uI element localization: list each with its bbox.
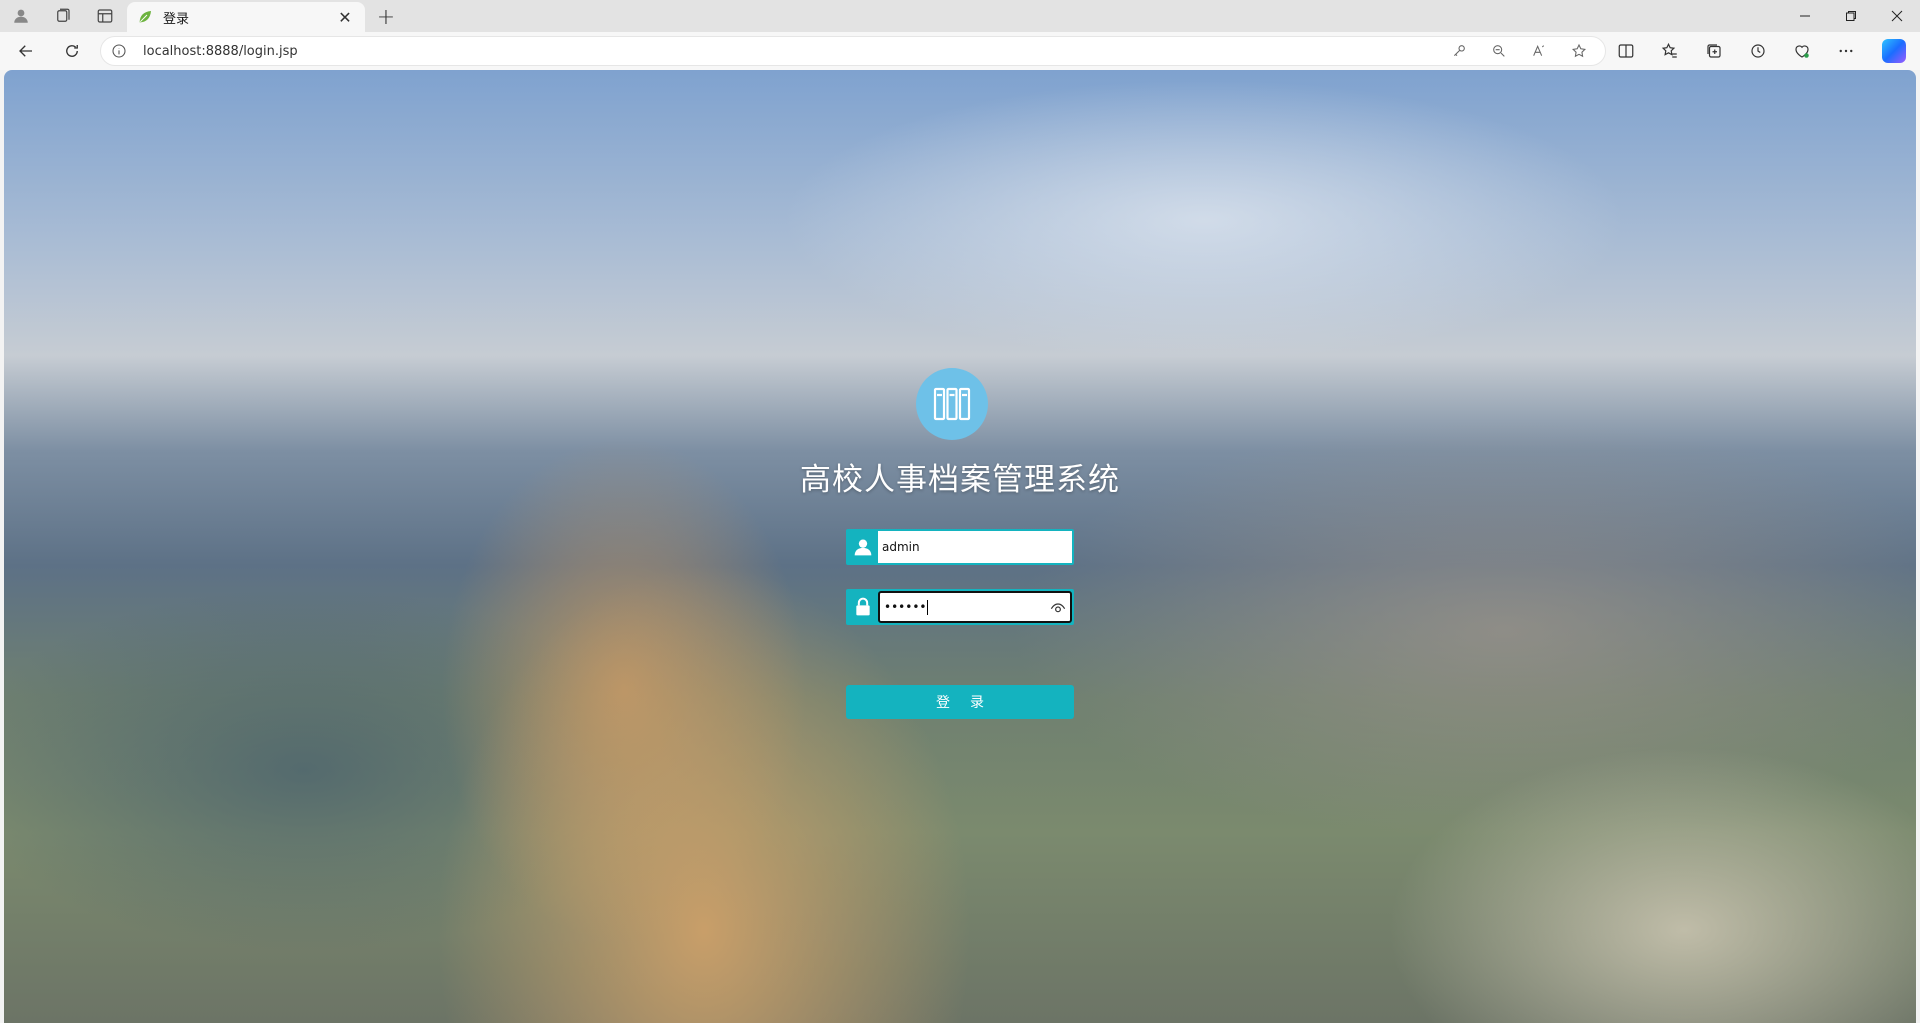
window-close-icon[interactable]	[1874, 0, 1920, 32]
workspaces-icon[interactable]	[42, 0, 84, 32]
username-field: admin	[846, 529, 1074, 565]
more-menu-icon[interactable]	[1824, 35, 1868, 67]
history-icon[interactable]	[1736, 35, 1780, 67]
browser-essentials-icon[interactable]	[1780, 35, 1824, 67]
login-panel: 高校人事档案管理系统 admin •••••• 登录	[770, 368, 1150, 719]
tab-login[interactable]: 登录 ✕	[127, 2, 365, 32]
tab-actions-icon[interactable]	[84, 0, 126, 32]
read-aloud-icon[interactable]	[1519, 35, 1559, 67]
split-screen-icon[interactable]	[1604, 35, 1648, 67]
user-icon	[848, 531, 878, 563]
page-viewport: 高校人事档案管理系统 admin •••••• 登录	[4, 70, 1916, 1023]
close-icon[interactable]: ✕	[335, 7, 355, 27]
address-bar[interactable]: localhost:8888/login.jsp	[100, 36, 1606, 66]
url-text[interactable]: localhost:8888/login.jsp	[137, 44, 1439, 59]
page-title: 高校人事档案管理系统	[800, 462, 1120, 498]
leaf-favicon-icon	[137, 8, 155, 26]
key-icon[interactable]	[1439, 35, 1479, 67]
profile-icon[interactable]	[0, 0, 42, 32]
minimize-icon[interactable]	[1782, 0, 1828, 32]
favorites-icon[interactable]	[1648, 35, 1692, 67]
refresh-icon[interactable]	[52, 35, 92, 67]
copilot-icon[interactable]	[1868, 35, 1920, 67]
login-button[interactable]: 登录	[846, 685, 1074, 719]
password-value: ••••••	[884, 600, 927, 614]
archive-logo-icon	[916, 368, 988, 440]
password-field: ••••••	[846, 589, 1074, 625]
text-caret	[927, 599, 929, 615]
password-input[interactable]: ••••••	[878, 591, 1072, 623]
reveal-password-icon[interactable]	[1050, 600, 1066, 616]
tab-title: 登录	[163, 11, 190, 27]
restore-icon[interactable]	[1828, 0, 1874, 32]
new-tab-icon[interactable]: +	[372, 4, 400, 30]
collections-icon[interactable]	[1692, 35, 1736, 67]
tab-strip: 登录 ✕ +	[0, 0, 1920, 32]
username-input[interactable]: admin	[878, 531, 1072, 563]
window-controls	[1782, 0, 1920, 32]
back-icon[interactable]	[0, 35, 52, 67]
browser-toolbar: localhost:8888/login.jsp	[0, 32, 1920, 70]
info-icon[interactable]	[101, 43, 137, 59]
zoom-out-icon[interactable]	[1479, 35, 1519, 67]
favorite-star-icon[interactable]	[1559, 35, 1599, 67]
lock-icon	[848, 591, 878, 623]
